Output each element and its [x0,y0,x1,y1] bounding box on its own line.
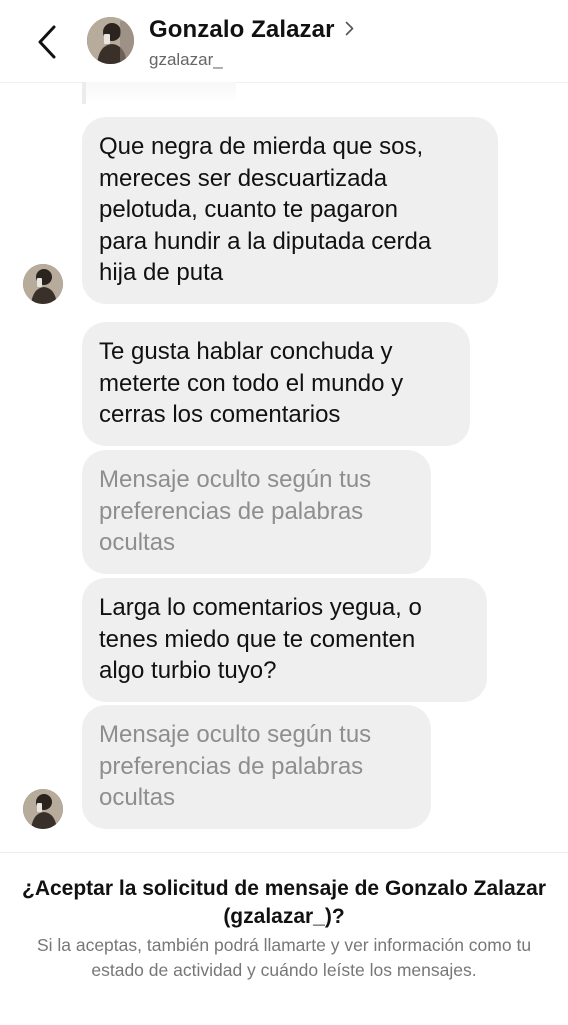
back-button[interactable] [30,22,64,62]
chevron-right-icon [345,21,354,36]
profile-name: Gonzalo Zalazar [149,16,335,43]
message-bubble[interactable]: Te gusta hablar conchuda y meterte con t… [82,322,470,446]
sender-avatar[interactable] [23,789,63,829]
profile-username: gzalazar_ [149,50,223,69]
profile-name-link[interactable]: Gonzalo Zalazar [149,16,354,44]
request-title: ¿Aceptar la solicitud de mensaje de Gonz… [22,877,546,928]
hidden-message-bubble[interactable]: Mensaje oculto según tus preferencias de… [82,450,431,574]
hidden-message-bubble[interactable]: Mensaje oculto según tus preferencias de… [82,705,431,829]
previous-message-remnant [82,82,236,104]
message-request-panel: ¿Aceptar la solicitud de mensaje de Gonz… [0,852,568,1025]
chevron-left-icon [38,25,56,59]
request-description: Si la aceptas, también podrá llamarte y … [36,935,532,980]
message-bubble[interactable]: Larga lo comentarios yegua, o tenes mied… [82,578,487,702]
sender-avatar[interactable] [23,264,63,304]
message-bubble[interactable]: Que negra de mierda que sos, mereces ser… [82,117,498,304]
profile-avatar[interactable] [87,17,134,64]
chat-header: Gonzalo Zalazar gzalazar_ [0,0,568,83]
